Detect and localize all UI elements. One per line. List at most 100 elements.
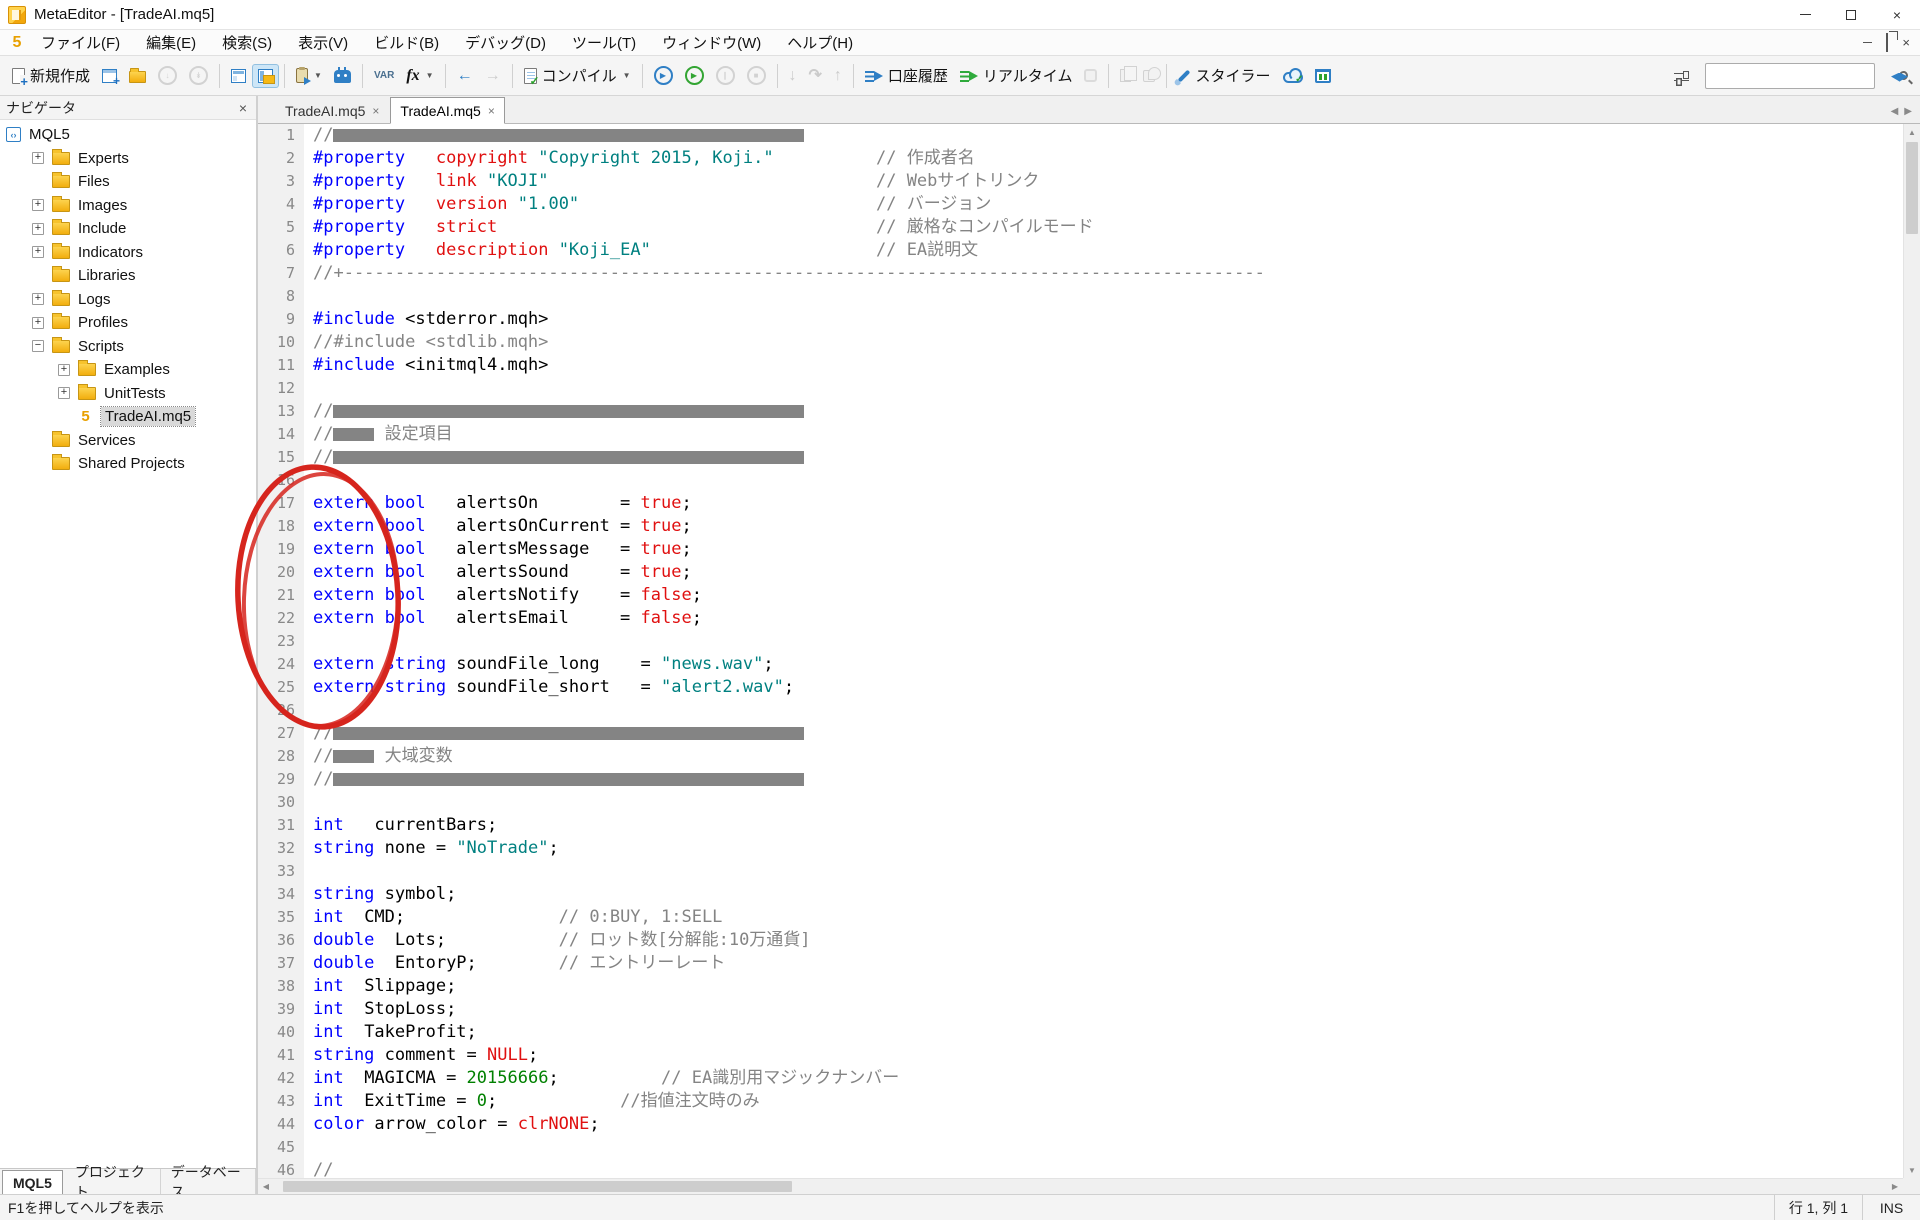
scroll-up-icon[interactable]: ▲ (1904, 124, 1920, 140)
menu-item-デバッグ[interactable]: デバッグ(D) (452, 29, 559, 56)
tree-item-libraries[interactable]: Libraries (0, 264, 256, 288)
horizontal-scroll-thumb[interactable] (283, 1181, 792, 1192)
comment-block-bar (333, 451, 804, 464)
editor-tab-2[interactable]: TradeAI.mq5× (390, 97, 504, 124)
child-close-button[interactable]: × (1902, 36, 1910, 49)
tree-item-label: Scripts (78, 338, 124, 355)
debug-visual-button[interactable]: ▶ (679, 61, 710, 90)
minimize-button[interactable] (1782, 0, 1828, 29)
expand-icon[interactable]: + (58, 387, 70, 399)
code-line: 23 (258, 630, 1903, 653)
navigator-close-icon[interactable]: × (236, 101, 250, 115)
search-input[interactable] (1706, 64, 1899, 88)
menu-item-ツール[interactable]: ツール(T) (559, 29, 649, 56)
collapse-icon[interactable]: − (32, 340, 44, 352)
metaquotes-robot-button[interactable] (328, 63, 357, 88)
account-history-button[interactable]: 口座履歴 (859, 60, 954, 91)
paste-dropdown-icon[interactable]: ▼ (314, 71, 322, 80)
tree-item-unittests[interactable]: + UnitTests (0, 382, 256, 406)
code-text (304, 791, 1903, 814)
tree-item-logs[interactable]: +Logs (0, 288, 256, 312)
cloud-sync-button[interactable] (1277, 63, 1309, 88)
code-editor[interactable]: 1//2#property copyright "Copyright 2015,… (258, 124, 1903, 1178)
code-text: double EntoryP; // エントリーレート (304, 952, 1903, 975)
scroll-right-icon[interactable]: ▶ (1887, 1179, 1903, 1194)
new-file-button[interactable]: 新規作成 (6, 60, 96, 91)
tree-item-label: TradeAI.mq5 (101, 407, 195, 426)
menu-item-ビルド[interactable]: ビルド(B) (361, 29, 452, 56)
tree-item-indicators[interactable]: +Indicators (0, 241, 256, 265)
expand-icon[interactable]: + (32, 152, 44, 164)
tree-item-tradeai-mq5[interactable]: 5TradeAI.mq5 (0, 405, 256, 429)
tree-item-files[interactable]: Files (0, 170, 256, 194)
expand-icon[interactable]: + (32, 223, 44, 235)
realtime-label: リアルタイム (983, 65, 1073, 86)
new-window-button[interactable] (96, 64, 123, 88)
line-number: 25 (258, 676, 304, 699)
close-button[interactable]: × (1874, 0, 1920, 29)
line-number: 12 (258, 377, 304, 400)
open-folder-button[interactable] (123, 63, 152, 88)
search-box (1705, 63, 1875, 89)
tree-item-shared-projects[interactable]: Shared Projects (0, 452, 256, 476)
compile-dropdown-icon[interactable]: ▼ (623, 71, 631, 80)
styler-button[interactable]: スタイラー (1172, 60, 1276, 91)
expand-icon[interactable]: + (32, 317, 44, 329)
expand-icon[interactable]: + (32, 199, 44, 211)
scroll-down-icon[interactable]: ▼ (1904, 1162, 1920, 1178)
panel-tab-MQL5[interactable]: MQL5 (2, 1170, 63, 1194)
expand-icon[interactable]: + (32, 293, 44, 305)
code-line: 41string comment = NULL; (258, 1044, 1903, 1067)
navigator-panel-button[interactable] (225, 64, 252, 88)
tree-item-include[interactable]: +Include (0, 217, 256, 241)
code-line: 37double EntoryP; // エントリーレート (258, 952, 1903, 975)
compile-button[interactable]: コンパイル▼ (518, 60, 637, 91)
child-minimize-button[interactable] (1863, 42, 1872, 43)
tab-close-icon[interactable]: × (372, 104, 379, 118)
navigate-back-button[interactable]: ← (451, 63, 479, 89)
toolbox-panel-button[interactable] (252, 64, 279, 88)
vertical-scrollbar[interactable]: ▲ ▼ (1903, 124, 1920, 1178)
code-text: int TakeProfit; (304, 1021, 1903, 1044)
menu-item-ヘルプ[interactable]: ヘルプ(H) (774, 29, 866, 56)
folder-icon (52, 316, 70, 329)
realtime-button[interactable]: リアルタイム (954, 60, 1079, 91)
tree-item-images[interactable]: +Images (0, 194, 256, 218)
tree-item-mql5[interactable]: ‹›MQL5 (0, 123, 256, 147)
vertical-scroll-thumb[interactable] (1906, 142, 1918, 234)
scroll-left-icon[interactable]: ◀ (258, 1179, 274, 1194)
panel-tab-プロジェクト[interactable]: プロジェクト (65, 1169, 161, 1194)
maximize-button[interactable] (1828, 0, 1874, 29)
tab-scroll-right-icon[interactable]: ▶ (1904, 106, 1912, 117)
tab-close-icon[interactable]: × (488, 104, 495, 118)
menu-item-編集[interactable]: 編集(E) (133, 29, 209, 56)
tree-item-examples[interactable]: +Examples (0, 358, 256, 382)
expand-icon[interactable]: + (32, 246, 44, 258)
menu-item-ウィンドウ[interactable]: ウィンドウ(W) (649, 29, 774, 56)
market-storage-button[interactable] (1309, 63, 1337, 88)
tree-item-scripts[interactable]: − Scripts (0, 335, 256, 359)
paste-button[interactable]: ▼ (290, 63, 328, 88)
variables-button[interactable]: VAR (368, 66, 400, 86)
child-restore-button[interactable] (1886, 34, 1888, 52)
filter-settings-button[interactable] (1668, 64, 1695, 88)
code-line: 29// (258, 768, 1903, 791)
functions-button[interactable]: fx▼ (400, 63, 439, 89)
tree-item-experts[interactable]: +Experts (0, 147, 256, 171)
editor-tab-1[interactable]: TradeAI.mq5× (276, 99, 388, 123)
menu-item-ファイル[interactable]: ファイル(F) (28, 29, 133, 56)
panel-tab-データベース[interactable]: データベース (161, 1169, 256, 1194)
code-text: #include <initmql4.mqh> (304, 354, 1903, 377)
tree-item-services[interactable]: Services (0, 429, 256, 453)
new-window-icon (102, 69, 117, 83)
tree-item-profiles[interactable]: +Profiles (0, 311, 256, 335)
menu-item-表示[interactable]: 表示(V) (285, 29, 361, 56)
menu-item-検索[interactable]: 検索(S) (209, 29, 285, 56)
code-text: int MAGICMA = 20156666; // EA識別用マジックナンバー (304, 1067, 1903, 1090)
functions-dropdown-icon[interactable]: ▼ (426, 71, 434, 80)
tab-scroll-left-icon[interactable]: ◀ (1891, 106, 1899, 117)
horizontal-scrollbar[interactable]: ◀ ▶ (258, 1178, 1903, 1194)
expand-icon[interactable]: + (58, 364, 70, 376)
debug-real-button[interactable]: ▶ (648, 61, 679, 90)
tree-item-label: UnitTests (104, 385, 166, 402)
